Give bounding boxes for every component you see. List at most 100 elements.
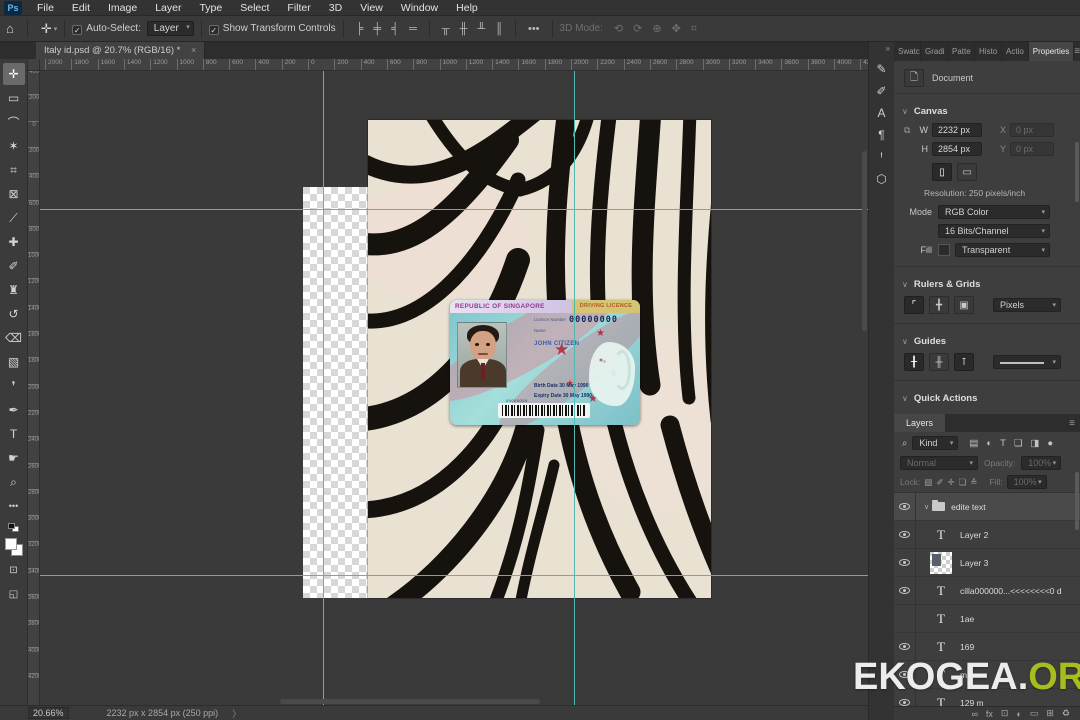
- frame-tool-icon[interactable]: ⊠: [3, 183, 25, 205]
- distribute-icon[interactable]: ║: [490, 23, 508, 35]
- marquee-tool-icon[interactable]: ▭: [3, 87, 25, 109]
- layer-row[interactable]: T Layer 2: [894, 520, 1080, 549]
- visibility-toggle[interactable]: [894, 576, 916, 605]
- menu-layer[interactable]: Layer: [146, 0, 190, 16]
- layer-filter-icon[interactable]: ●: [1045, 438, 1055, 449]
- foreground-background-swatches[interactable]: [4, 537, 24, 557]
- menu-help[interactable]: Help: [447, 0, 487, 16]
- layer-name[interactable]: Layer 2: [960, 530, 988, 540]
- home-icon[interactable]: ⌂: [0, 21, 20, 36]
- quick-selection-tool-icon[interactable]: ✶: [3, 135, 25, 157]
- edit-toolbar-icon[interactable]: •••: [3, 495, 25, 517]
- gradient-tool-icon[interactable]: ▧: [3, 351, 25, 373]
- canvas-vertical-scrollbar[interactable]: [862, 151, 867, 331]
- layer-name[interactable]: 169: [960, 642, 974, 652]
- canvas-horizontal-scrollbar[interactable]: [280, 699, 540, 704]
- menu-view[interactable]: View: [351, 0, 392, 16]
- tab-history[interactable]: Histo: [975, 42, 1002, 61]
- brush-settings-icon[interactable]: ✎: [872, 59, 892, 79]
- group-expand-chevron-icon[interactable]: ∨: [924, 503, 929, 511]
- lock-icon[interactable]: ❏: [959, 477, 967, 488]
- show-transform-checkbox[interactable]: ✓: [208, 24, 219, 35]
- lock-guides-icon[interactable]: ⊺: [954, 353, 974, 371]
- driving-licence-card[interactable]: ★ ★ ★ ★ ★ REPUBLIC OF SINGAPORE DRIVING …: [450, 300, 640, 425]
- landscape-orientation-button[interactable]: ▭: [957, 163, 977, 181]
- guide-layout-icon[interactable]: ╫: [929, 353, 949, 371]
- lock-icon[interactable]: ✛: [947, 477, 954, 488]
- delete-layer-icon[interactable]: ♻: [1062, 708, 1070, 719]
- clone-stamp-tool-icon[interactable]: ♜: [3, 279, 25, 301]
- rulers-grids-section-header[interactable]: ∨ Rulers & Grids: [894, 273, 1080, 294]
- close-tab-icon[interactable]: ×: [191, 45, 196, 55]
- add-mask-icon[interactable]: ⊡: [1001, 708, 1009, 719]
- panel-menu-icon[interactable]: ≡: [1074, 42, 1080, 61]
- brushes-icon[interactable]: ✐: [872, 81, 892, 101]
- photoshop-logo-icon[interactable]: Ps: [4, 0, 22, 15]
- distribute-icon[interactable]: ╫: [455, 23, 473, 35]
- layer-row[interactable]: T cilla000000...<<<<<<<<0 d: [894, 576, 1080, 605]
- opacity-dropdown[interactable]: 100%: [1021, 456, 1062, 470]
- layer-row-group[interactable]: ∨ edite text: [894, 492, 1080, 521]
- 3d-mode-icon[interactable]: ⟳: [628, 23, 647, 35]
- tab-gradients[interactable]: Gradi: [921, 42, 948, 61]
- quick-mask-icon[interactable]: ⊡: [3, 559, 25, 581]
- menu-file[interactable]: File: [28, 0, 63, 16]
- align-icon[interactable]: ╡: [386, 23, 404, 35]
- menu-window[interactable]: Window: [392, 0, 447, 16]
- screen-mode-icon[interactable]: ◱: [3, 583, 25, 605]
- layer-row[interactable]: Layer 3: [894, 548, 1080, 577]
- toggle-rulers-icon[interactable]: ⌜: [904, 296, 924, 314]
- menu-image[interactable]: Image: [99, 0, 146, 16]
- auto-select-checkbox[interactable]: ✓: [72, 24, 83, 35]
- guide-style-dropdown[interactable]: [993, 355, 1061, 369]
- ruler-units-dropdown[interactable]: Pixels: [993, 298, 1061, 312]
- link-dimensions-icon[interactable]: ⧉: [904, 125, 914, 136]
- layer-filter-icon[interactable]: ◐: [984, 438, 994, 449]
- layer-effects-icon[interactable]: fx: [986, 709, 993, 719]
- height-field[interactable]: 2854 px: [932, 142, 982, 156]
- layer-filter-icon[interactable]: ❏: [1012, 438, 1025, 449]
- properties-scrollbar[interactable]: [1075, 142, 1079, 202]
- new-layer-icon[interactable]: ⊞: [1046, 708, 1054, 719]
- visibility-toggle[interactable]: [894, 604, 916, 633]
- visibility-toggle[interactable]: [894, 520, 916, 549]
- align-icon[interactable]: ╞: [351, 23, 369, 35]
- guides-section-header[interactable]: ∨ Guides: [894, 330, 1080, 351]
- portrait-orientation-button[interactable]: ▯: [932, 163, 952, 181]
- layer-name[interactable]: cilla000000...<<<<<<<<0 d: [960, 586, 1062, 596]
- layer-filter-icon[interactable]: ▤: [967, 438, 980, 449]
- layer-fill-dropdown[interactable]: 100%: [1006, 475, 1047, 489]
- layer-filter-icon[interactable]: ◨: [1028, 438, 1041, 449]
- layer-filter-kind-dropdown[interactable]: Kind: [912, 436, 959, 450]
- quick-actions-section-header[interactable]: ∨ Quick Actions: [894, 387, 1080, 408]
- visibility-toggle[interactable]: [894, 548, 916, 577]
- tab-actions[interactable]: Actio: [1002, 42, 1029, 61]
- character-panel-icon[interactable]: A: [872, 103, 892, 123]
- tab-swatches[interactable]: Swatc: [894, 42, 921, 61]
- canvas-viewport[interactable]: ★ ★ ★ ★ ★ REPUBLIC OF SINGAPORE DRIVING …: [40, 71, 868, 705]
- align-icon[interactable]: ═: [404, 23, 422, 35]
- link-layers-icon[interactable]: ∞: [971, 709, 977, 719]
- layers-panel-menu-icon[interactable]: ≡: [1069, 414, 1080, 432]
- transparent-canvas-area[interactable]: [303, 187, 368, 598]
- default-colors-icon[interactable]: [7, 523, 20, 533]
- 3d-mode-icon[interactable]: ✥: [667, 23, 686, 35]
- layer-filter-icon[interactable]: T: [998, 438, 1008, 449]
- horizontal-guide[interactable]: [40, 575, 868, 576]
- libraries-panel-icon[interactable]: ⬡: [872, 169, 892, 189]
- menu-3d[interactable]: 3D: [320, 0, 351, 16]
- vertical-guide[interactable]: [323, 71, 324, 705]
- toggle-snap-icon[interactable]: ▣: [954, 296, 974, 314]
- lock-icon[interactable]: ≙: [970, 477, 977, 488]
- distribute-icon[interactable]: ╨: [472, 23, 490, 35]
- fill-swatch[interactable]: [938, 244, 950, 256]
- new-group-icon[interactable]: ▭: [1030, 708, 1039, 719]
- tab-properties[interactable]: Properties: [1028, 42, 1075, 61]
- bit-depth-dropdown[interactable]: 16 Bits/Channel: [938, 224, 1050, 238]
- layer-name[interactable]: Layer 3: [960, 558, 988, 568]
- document-tab[interactable]: Italy id.psd @ 20.7% (RGB/16) * ×: [36, 42, 206, 59]
- eyedropper-tool-icon[interactable]: ⟋: [3, 207, 25, 229]
- 3d-mode-icon[interactable]: ⌗: [686, 23, 702, 35]
- zoom-level-field[interactable]: 20.66%: [28, 707, 69, 719]
- lock-icon[interactable]: ✐: [936, 477, 943, 488]
